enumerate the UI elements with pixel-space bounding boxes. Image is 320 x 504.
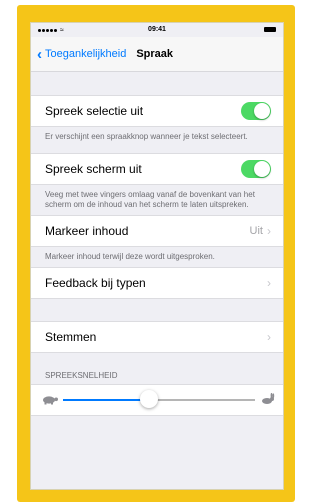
turtle-icon bbox=[43, 396, 58, 405]
speak-screen-footer: Veeg met twee vingers omlaag vanaf de bo… bbox=[45, 190, 255, 209]
navigation-bar: ‹ Toegankelijkheid Spraak bbox=[31, 37, 283, 72]
battery-icon bbox=[264, 27, 276, 32]
highlight-content-row[interactable]: Markeer inhoud Uit › bbox=[31, 215, 283, 247]
status-time: 09:41 bbox=[148, 26, 166, 33]
speak-selection-footer: Er verschijnt een spraakknop wanneer je … bbox=[45, 132, 248, 141]
slider-thumb[interactable] bbox=[140, 390, 159, 408]
speaking-rate-slider[interactable] bbox=[31, 384, 283, 416]
chevron-right-icon: › bbox=[267, 224, 271, 238]
highlight-content-value: Uit bbox=[249, 225, 263, 237]
speak-selection-row: Spreek selectie uit bbox=[31, 95, 283, 127]
voices-row[interactable]: Stemmen › bbox=[31, 321, 283, 353]
back-label: Toegankelijkheid bbox=[45, 48, 127, 60]
speak-screen-row: Spreek scherm uit bbox=[31, 153, 283, 185]
chevron-right-icon: › bbox=[267, 330, 271, 344]
settings-list: Spreek selectie uit Er verschijnt een sp… bbox=[31, 71, 283, 416]
status-bar: ≈ 09:41 bbox=[31, 23, 283, 37]
back-button[interactable]: ‹ Toegankelijkheid bbox=[37, 45, 127, 63]
phone-screen: ≈ 09:41 ‹ Toegankelijkheid Spraak Spreek… bbox=[30, 22, 284, 490]
highlight-content-footer: Markeer inhoud terwijl deze wordt uitges… bbox=[45, 252, 215, 261]
typing-feedback-label: Feedback bij typen bbox=[45, 276, 146, 290]
page-title: Spraak bbox=[136, 48, 174, 60]
speak-selection-toggle[interactable] bbox=[241, 102, 271, 120]
speaking-rate-header: SPREEKSNELHEID bbox=[45, 371, 118, 380]
chevron-left-icon: ‹ bbox=[37, 45, 42, 63]
typing-feedback-row[interactable]: Feedback bij typen › bbox=[31, 267, 283, 299]
voices-label: Stemmen bbox=[45, 330, 97, 344]
speak-screen-label: Spreek scherm uit bbox=[45, 162, 142, 176]
speak-selection-label: Spreek selectie uit bbox=[45, 104, 144, 118]
chevron-right-icon: › bbox=[267, 276, 271, 290]
slider-track bbox=[149, 399, 255, 401]
speak-screen-toggle[interactable] bbox=[241, 160, 271, 178]
highlight-content-label: Markeer inhoud bbox=[45, 224, 129, 238]
hare-icon bbox=[262, 393, 275, 404]
slider-track-filled bbox=[63, 399, 150, 401]
